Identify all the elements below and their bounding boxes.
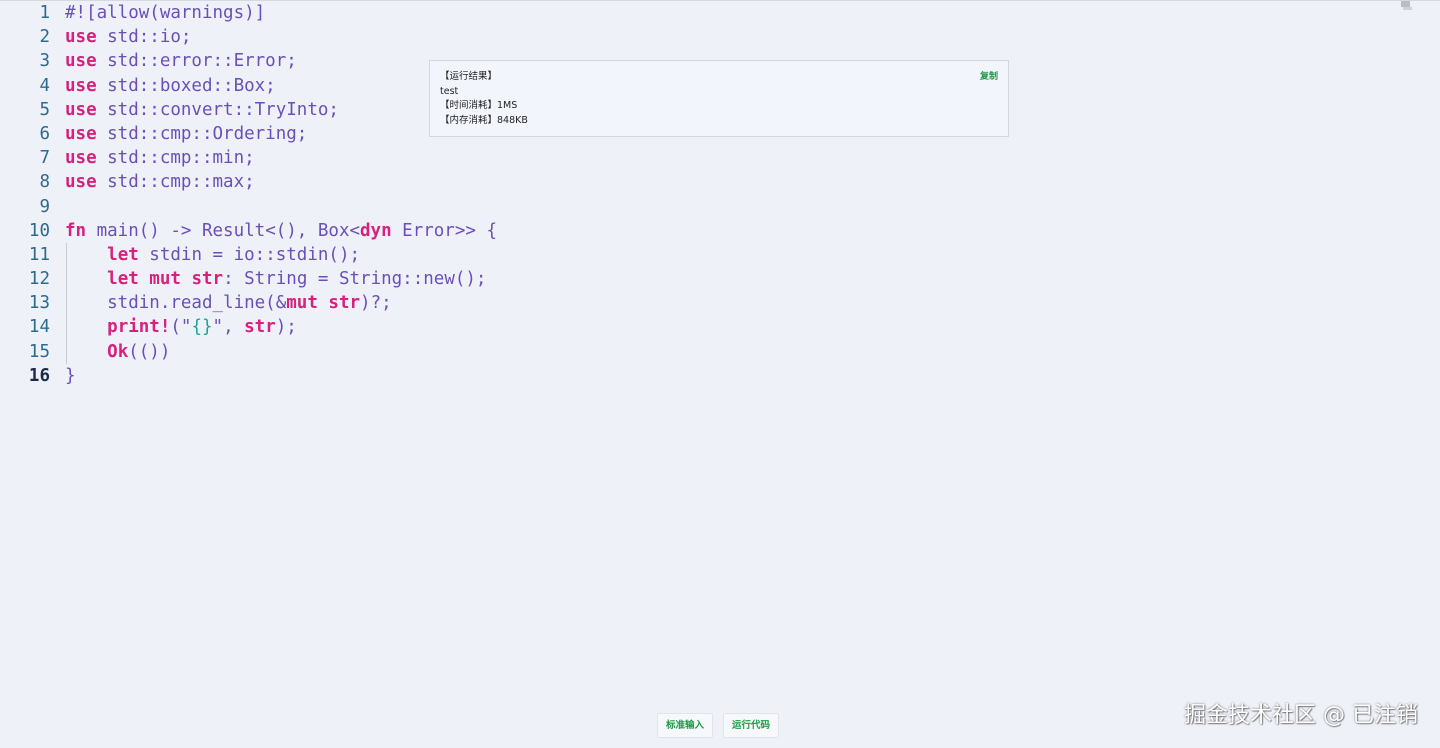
result-header: 【运行结果】 xyxy=(440,71,498,82)
code-token: ); xyxy=(275,317,297,338)
code-token: (()) xyxy=(128,341,171,362)
line-number: 9 xyxy=(39,196,50,217)
line-code: use std::cmp::max; xyxy=(65,170,255,194)
code-token: {} xyxy=(191,317,213,338)
code-token: std::io; xyxy=(96,27,192,48)
line-code: let mut str: String = String::new(); xyxy=(65,267,486,291)
result-memory: 【内存消耗】848KB xyxy=(440,114,998,129)
watermark: 掘金技术社区 @ 已注销 xyxy=(1184,703,1418,728)
code-token: ", xyxy=(212,317,245,338)
line-code: fn main() -> Result<(), Box<dyn Error>> … xyxy=(65,219,497,243)
line-number: 15 xyxy=(28,341,50,362)
line-code: use std::convert::TryInto; xyxy=(65,98,339,122)
line-number: 8 xyxy=(39,172,50,193)
time-label: 【时间消耗】 xyxy=(440,100,498,112)
line-code: use std::cmp::Ordering; xyxy=(65,122,307,146)
line-number: 11 xyxy=(28,244,50,265)
code-line[interactable]: 14 print!("{}", str); xyxy=(0,315,1440,339)
line-code: let stdin = io::stdin(); xyxy=(65,243,360,267)
code-line[interactable]: 11 let stdin = io::stdin(); xyxy=(0,243,1440,267)
code-token: str xyxy=(244,317,276,338)
code-line[interactable]: 13 stdin.read_line(&mut str)?; xyxy=(0,291,1440,315)
result-time: 【时间消耗】1MS xyxy=(440,99,998,114)
code-token: (" xyxy=(170,317,192,338)
copy-button[interactable]: 复制 xyxy=(980,69,998,82)
code-line[interactable]: 2 use std::io; xyxy=(0,25,1440,49)
line-code: Ok(()) xyxy=(65,340,170,364)
code-token: stdin.read_line(& xyxy=(65,293,287,314)
bottom-toolbar: 标准输入 运行代码 xyxy=(657,713,780,738)
line-code: use std::boxed::Box; xyxy=(65,74,276,98)
code-token: std::boxed::Box; xyxy=(96,75,276,96)
code-token: use xyxy=(65,75,97,96)
code-line[interactable]: 16} xyxy=(0,364,1440,388)
code-token: } xyxy=(65,365,76,386)
line-code: } xyxy=(65,364,76,388)
code-token: std::convert::TryInto; xyxy=(96,99,339,120)
code-line[interactable]: 10 fn main() -> Result<(), Box<dyn Error>… xyxy=(0,219,1440,243)
line-code: use std::io; xyxy=(65,25,191,49)
stdin-button[interactable]: 标准输入 xyxy=(657,713,714,738)
code-token: mut str xyxy=(286,293,361,314)
code-token: std::cmp::Ordering; xyxy=(96,123,308,144)
line-number: 2 xyxy=(39,27,50,48)
line-code: use std::cmp::min; xyxy=(65,146,255,170)
code-token: use xyxy=(65,51,97,72)
code-token: use xyxy=(65,123,97,144)
memory-value: 848KB xyxy=(497,114,528,126)
code-token: let xyxy=(107,244,139,265)
code-token: #![allow(warnings)] xyxy=(65,3,266,23)
line-number: 6 xyxy=(39,123,50,144)
line-number: 10 xyxy=(28,220,50,241)
line-number: 3 xyxy=(39,51,50,72)
code-token: main() -> Result<(), Box< xyxy=(86,220,361,241)
code-token: : String = String::new(); xyxy=(223,269,487,290)
time-value: 1MS xyxy=(497,100,518,112)
code-token: std::cmp::max; xyxy=(96,172,255,193)
line-code: #![allow(warnings)] xyxy=(65,1,265,25)
code-line[interactable]: 12 let mut str: String = String::new(); xyxy=(0,267,1440,291)
line-number: 4 xyxy=(39,75,50,96)
code-token: use xyxy=(65,27,97,48)
code-token: Ok xyxy=(107,341,129,362)
line-code: use std::error::Error; xyxy=(65,49,297,73)
code-line[interactable]: 1 #![allow(warnings)] xyxy=(0,1,1440,25)
line-number: 14 xyxy=(28,317,50,338)
code-token: dyn xyxy=(360,220,392,241)
code-line[interactable]: 9 xyxy=(0,195,1440,219)
run-result-panel: 复制 【运行结果】 test 【时间消耗】1MS 【内存消耗】848KB xyxy=(429,60,1009,137)
code-token: std::error::Error; xyxy=(96,51,297,72)
result-output: test xyxy=(440,85,459,97)
code-token: print! xyxy=(107,317,171,338)
code-token: use xyxy=(65,148,97,169)
code-line[interactable]: 15 Ok(()) xyxy=(0,340,1440,364)
code-line[interactable]: 7 use std::cmp::min; xyxy=(0,146,1440,170)
line-number: 1 xyxy=(39,3,50,23)
run-code-button[interactable]: 运行代码 xyxy=(723,713,780,738)
code-token: Error>> { xyxy=(391,220,497,241)
code-token: use xyxy=(65,99,97,120)
memory-label: 【内存消耗】 xyxy=(440,114,498,126)
code-token: stdin = io::stdin(); xyxy=(138,244,361,265)
code-token: fn xyxy=(65,220,87,241)
code-token: let mut str xyxy=(107,269,224,290)
code-line[interactable]: 8 use std::cmp::max; xyxy=(0,170,1440,194)
code-token: )?; xyxy=(360,293,392,314)
line-number: 12 xyxy=(28,269,50,290)
line-number: 7 xyxy=(39,148,50,169)
code-token: use xyxy=(65,172,97,193)
line-number: 16 xyxy=(28,365,50,386)
line-number: 5 xyxy=(39,99,50,120)
line-code: print!("{}", str); xyxy=(65,315,297,339)
code-token: std::cmp::min; xyxy=(96,148,255,169)
line-code: stdin.read_line(&mut str)?; xyxy=(65,291,392,315)
line-number: 13 xyxy=(28,293,50,314)
